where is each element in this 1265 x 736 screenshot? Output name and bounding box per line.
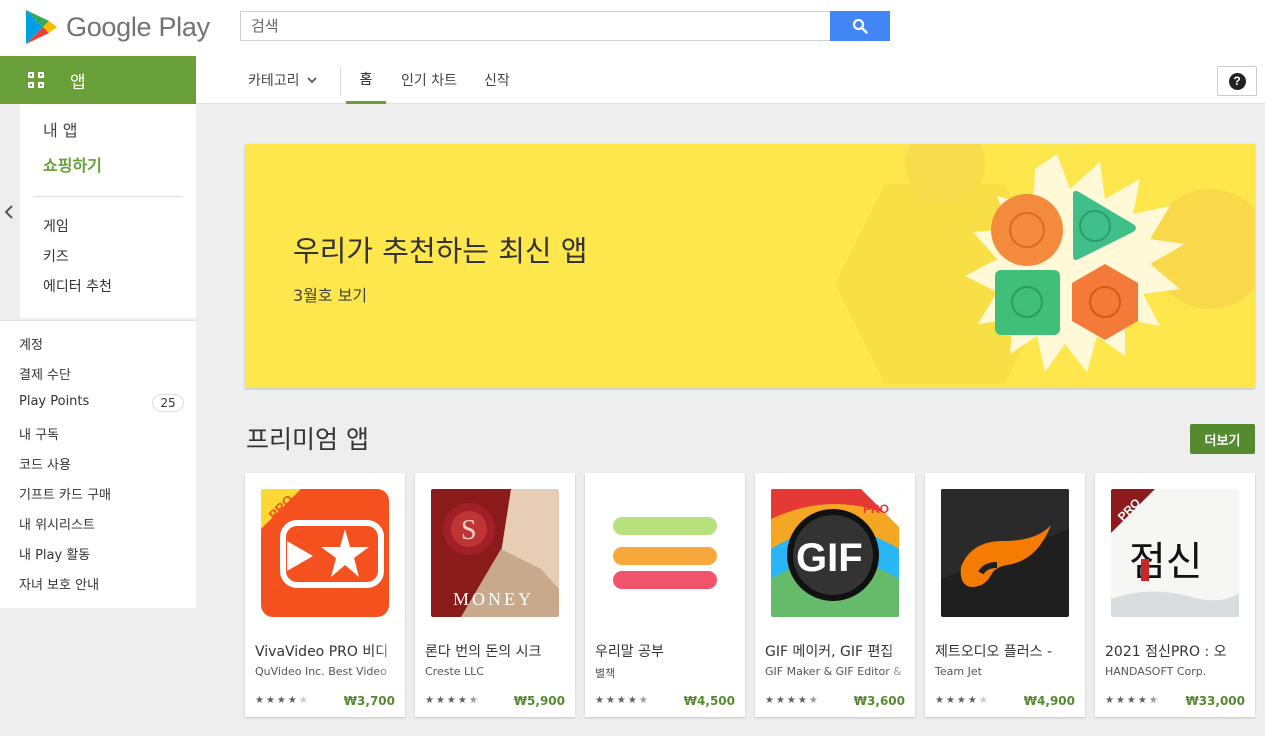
app-icon-gif-maker: GIF PRO xyxy=(771,489,899,617)
app-card-vivavideo[interactable]: PRO VivaVideo PRO 비디 QuVideo Inc. Best V… xyxy=(245,473,405,717)
apps-grid-icon xyxy=(28,72,44,88)
app-icon-vivavideo: PRO xyxy=(261,489,389,617)
pro-label: PRO xyxy=(863,502,889,516)
tab-top-charts[interactable]: 인기 차트 xyxy=(401,56,457,104)
app-developer: Team Jet xyxy=(935,665,982,678)
tab-home-label: 홈 xyxy=(359,71,373,88)
tab-home[interactable]: 홈 xyxy=(346,56,386,104)
app-title: 제트오디오 플러스 - xyxy=(935,644,1052,660)
google-play-logo[interactable]: Google Play xyxy=(24,7,214,47)
app-developer: QuVideo Inc. Best Video xyxy=(255,665,387,678)
category-dropdown[interactable]: 카테고리 xyxy=(248,56,318,104)
apps-section-tab[interactable]: 앱 xyxy=(0,56,196,104)
rating-stars: ★★★★★ xyxy=(765,695,820,706)
app-price[interactable]: ₩3,600 xyxy=(854,694,905,708)
app-title: 우리말 공부 xyxy=(595,644,664,660)
text-fade xyxy=(885,633,915,683)
app-card-money[interactable]: S MONEY 론다 번의 돈의 시크 Creste LLC ★★★★★ ₩5,… xyxy=(415,473,575,717)
rating-stars: ★★★★★ xyxy=(595,695,650,706)
tab-top-charts-label: 인기 차트 xyxy=(401,73,457,89)
app-price[interactable]: ₩4,900 xyxy=(1024,694,1075,708)
svg-text:S: S xyxy=(461,515,477,546)
sidebar-item-wishlist[interactable]: 내 위시리스트 xyxy=(19,514,95,533)
app-title: 론다 번의 돈의 시크 xyxy=(425,644,542,660)
sidebar-item-redeem[interactable]: 코드 사용 xyxy=(19,454,71,473)
money-label: MONEY xyxy=(453,589,534,609)
app-title: VivaVideo PRO 비디 xyxy=(255,644,389,660)
app-card-jetaudio[interactable]: 제트오디오 플러스 - Team Jet ★★★★★ ₩4,900 xyxy=(925,473,1085,717)
category-label: 카테고리 xyxy=(248,73,300,89)
rating-stars: ★★★★★ xyxy=(935,695,990,706)
featured-banner[interactable]: 우리가 추천하는 최신 앱 3월호 보기 xyxy=(245,144,1255,388)
see-more-button[interactable]: 더보기 xyxy=(1190,424,1255,454)
app-icon-jetaudio xyxy=(941,489,1069,617)
chevron-down-icon xyxy=(306,77,317,84)
sidebar-item-buy-gift-card[interactable]: 기프트 카드 구매 xyxy=(19,484,111,503)
apps-label: 앱 xyxy=(70,72,86,93)
category-bar: 앱 카테고리 홈 인기 차트 신작 ? xyxy=(0,56,1265,104)
app-title: 2021 점신PRO : 오 xyxy=(1105,644,1227,660)
app-developer: GIF Maker & GIF Editor & xyxy=(765,665,902,678)
text-fade xyxy=(1055,633,1085,683)
sidebar-item-games[interactable]: 게임 xyxy=(43,216,69,236)
text-fade xyxy=(1225,633,1255,683)
app-icon-korean-study xyxy=(601,489,729,617)
play-points-badge: 25 xyxy=(152,394,184,412)
sidebar-item-editors-choice[interactable]: 에디터 추천 xyxy=(43,276,112,296)
play-logo-icon xyxy=(26,10,57,44)
jeomsin-label: 점신 xyxy=(1129,539,1203,585)
app-icon-jeomsin: 점신 PRO xyxy=(1111,489,1239,617)
app-price[interactable]: ₩33,000 xyxy=(1185,694,1245,708)
app-price[interactable]: ₩5,900 xyxy=(514,694,565,708)
search-box xyxy=(240,11,890,41)
tab-new-releases[interactable]: 신작 xyxy=(484,56,510,104)
app-developer: Creste LLC xyxy=(425,665,484,678)
sidebar-item-play-points[interactable]: Play Points xyxy=(19,394,89,409)
section-title: 프리미엄 앱 xyxy=(246,425,369,454)
sidebar-item-subscriptions[interactable]: 내 구독 xyxy=(19,424,59,443)
search-button[interactable] xyxy=(830,11,890,41)
help-icon: ? xyxy=(1228,72,1246,90)
app-card-gif-maker[interactable]: GIF PRO GIF 메이커, GIF 편집 GIF Maker & GIF … xyxy=(755,473,915,717)
app-price[interactable]: ₩4,500 xyxy=(684,694,735,708)
top-bar: Google Play xyxy=(0,0,1265,56)
sidebar-item-account[interactable]: 계정 xyxy=(19,334,43,353)
banner-title: 우리가 추천하는 최신 앱 xyxy=(293,234,588,268)
app-card-jeomsin[interactable]: 점신 PRO 2021 점신PRO : 오 HANDASOFT Corp. ★★… xyxy=(1095,473,1255,717)
app-price[interactable]: ₩3,700 xyxy=(344,694,395,708)
text-fade xyxy=(545,633,575,683)
app-title: GIF 메이커, GIF 편집 xyxy=(765,644,894,660)
collapse-sidebar-icon[interactable] xyxy=(0,200,18,224)
app-developer: HANDASOFT Corp. xyxy=(1105,665,1207,678)
nav-divider xyxy=(340,66,341,96)
rating-stars: ★★★★★ xyxy=(425,695,480,706)
sidebar-item-play-activity[interactable]: 내 Play 활동 xyxy=(19,544,90,563)
gif-label: GIF xyxy=(796,536,863,580)
app-icon-money: S MONEY xyxy=(431,489,559,617)
sidebar-item-parent-guide[interactable]: 자녀 보호 안내 xyxy=(19,574,99,593)
rating-stars: ★★★★★ xyxy=(1105,695,1160,706)
sidebar-item-payment-methods[interactable]: 결제 수단 xyxy=(19,364,71,383)
app-developer: 별책 xyxy=(595,667,616,680)
search-input[interactable] xyxy=(241,12,830,40)
help-button[interactable]: ? xyxy=(1217,66,1257,96)
sidebar-divider xyxy=(34,196,182,197)
text-fade xyxy=(375,633,405,683)
sidebar-item-kids[interactable]: 키즈 xyxy=(43,246,69,266)
app-card-korean-study[interactable]: 우리말 공부 별책 ★★★★★ ₩4,500 xyxy=(585,473,745,717)
tab-new-releases-label: 신작 xyxy=(484,73,510,89)
search-icon xyxy=(852,18,868,34)
logo-text: Google Play xyxy=(66,11,210,42)
sidebar-item-shop[interactable]: 쇼핑하기 xyxy=(43,152,102,176)
sidebar-item-my-apps[interactable]: 내 앱 xyxy=(43,117,78,141)
banner-subtitle: 3월호 보기 xyxy=(293,286,368,305)
rating-stars: ★★★★★ xyxy=(255,695,310,706)
